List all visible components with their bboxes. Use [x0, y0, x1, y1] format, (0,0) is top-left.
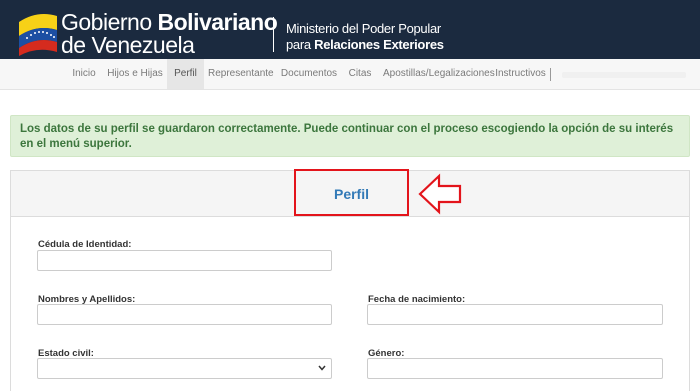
- brand-subtitle: de Venezuela: [61, 32, 195, 58]
- cedula-input[interactable]: [37, 250, 332, 271]
- nav-item-hijos-e-hijas[interactable]: Hijos e Hijas: [106, 59, 164, 89]
- nav-item-citas[interactable]: Citas: [345, 59, 375, 89]
- nav-item-perfil[interactable]: Perfil: [167, 59, 204, 89]
- nav-item-representante[interactable]: Representante: [208, 59, 274, 89]
- cedula-label: Cédula de Identidad:: [38, 239, 132, 250]
- fecha-nacimiento-input[interactable]: [367, 304, 663, 325]
- venezuela-flag-logo: [19, 14, 57, 56]
- left-arrow-icon: [418, 173, 462, 215]
- nav-separator: [550, 68, 551, 81]
- estado-civil-select[interactable]: [37, 358, 332, 379]
- ministry-name-line1: Ministerio del Poder Popular: [286, 21, 441, 36]
- success-message: Los datos de su perfil se guardaron corr…: [20, 123, 674, 150]
- header-banner: Gobierno Bolivariano de Venezuela Minist…: [0, 0, 700, 59]
- nav-user-placeholder[interactable]: [562, 72, 686, 78]
- panel-title: Perfil: [333, 186, 369, 202]
- main-nav: Inicio Hijos e Hijas Perfil Representant…: [0, 59, 700, 90]
- nombres-input[interactable]: [37, 304, 332, 325]
- genero-input[interactable]: [367, 358, 663, 379]
- success-alert: Los datos de su perfil se guardaron corr…: [10, 115, 690, 157]
- nav-item-apostillas[interactable]: Apostillas/Legalizaciones: [383, 59, 495, 89]
- ministry-name-line2: para Relaciones Exteriores: [286, 37, 444, 52]
- panel-title-highlight: Perfil: [294, 169, 409, 216]
- nav-item-documentos[interactable]: Documentos: [280, 59, 338, 89]
- header-divider: [273, 17, 274, 52]
- nav-item-instructivos[interactable]: Instructivos: [493, 59, 548, 89]
- chevron-down-icon: [318, 365, 326, 371]
- nav-item-inicio[interactable]: Inicio: [66, 59, 102, 89]
- brand-title: Gobierno Bolivariano: [61, 9, 278, 35]
